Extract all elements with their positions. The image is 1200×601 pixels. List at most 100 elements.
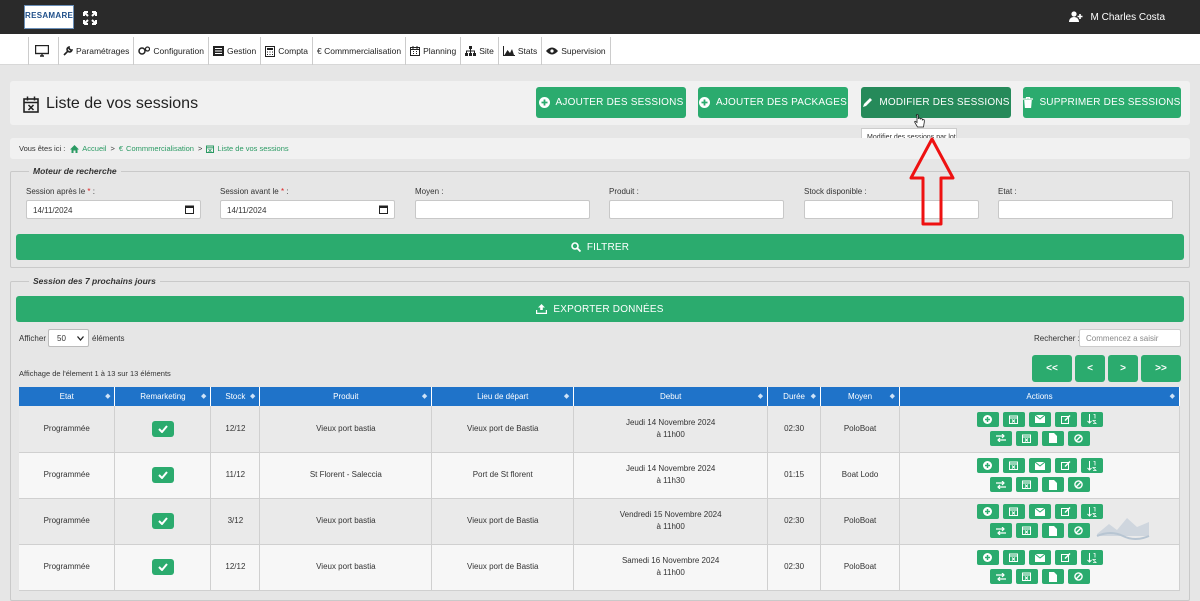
action-button[interactable] — [1028, 550, 1051, 565]
add-packages-button[interactable]: AJOUTER DES PACKAGES — [698, 87, 848, 118]
column-header-stock[interactable]: Stock ◆ — [210, 387, 261, 406]
nav-item-stats[interactable]: Stats — [499, 37, 543, 65]
sort-numeric-icon — [1086, 552, 1097, 563]
action-button[interactable] — [1015, 523, 1038, 538]
calendar-icon[interactable] — [185, 205, 194, 214]
action-button[interactable] — [989, 430, 1012, 446]
cell-duree: 02:30 — [767, 544, 822, 591]
modify-sessions-button[interactable]: MODIFIER DES SESSIONS — [861, 87, 1011, 118]
remarketing-check[interactable] — [151, 467, 174, 483]
last-page-button[interactable]: >> — [1141, 355, 1181, 382]
action-button[interactable] — [1067, 477, 1090, 492]
cell-stock: 11/12 — [210, 452, 261, 499]
nav-item-dashboard[interactable] — [29, 37, 59, 65]
app-logo[interactable]: RESAMARE — [24, 5, 74, 29]
export-button[interactable]: EXPORTER DONNÉES — [16, 296, 1184, 322]
column-header-produit[interactable]: Produit ◆ — [259, 387, 433, 406]
breadcrumb-bar: Vous êtes ici : Accueil > € Commmercialis… — [10, 138, 1190, 159]
action-button[interactable] — [989, 477, 1012, 492]
action-button[interactable] — [1041, 523, 1064, 538]
plus-circle-icon — [983, 414, 993, 424]
check-icon — [158, 471, 168, 480]
nav-item-parametrages[interactable]: Paramétrages — [59, 37, 135, 65]
action-button[interactable] — [1041, 430, 1064, 446]
action-button[interactable] — [1028, 411, 1051, 427]
action-button[interactable] — [1080, 411, 1103, 427]
nav-item-planning[interactable]: Planning — [406, 37, 462, 65]
action-button[interactable] — [1041, 477, 1064, 492]
action-button[interactable] — [1067, 523, 1090, 538]
table-row[interactable]: Programmée 12/12 Vieux port bastia Vieux po… — [19, 406, 1180, 453]
column-header-duree[interactable]: Durée ◆ — [767, 387, 822, 406]
nav-item-site[interactable]: Site — [461, 37, 499, 65]
action-button[interactable] — [976, 504, 999, 519]
cell-moyen: PoloBoat — [820, 544, 901, 591]
cell-remarketing — [114, 406, 212, 453]
action-button[interactable] — [976, 550, 999, 565]
session-before-date-input[interactable]: 14/11/2024 — [220, 200, 395, 219]
breadcrumb-home[interactable]: Accueil — [70, 144, 106, 153]
nav-item-gestion[interactable]: Gestion — [209, 37, 262, 65]
cell-moyen: PoloBoat — [820, 406, 901, 453]
action-button[interactable] — [1028, 458, 1051, 473]
action-button[interactable] — [1080, 458, 1103, 473]
column-header-moyen[interactable]: Moyen ◆ — [820, 387, 901, 406]
calendar-icon[interactable] — [379, 205, 388, 214]
table-row[interactable]: Programmée 12/12 Vieux port bastia Vieux po… — [19, 544, 1180, 591]
action-button[interactable] — [1054, 550, 1077, 565]
action-button[interactable] — [1028, 504, 1051, 519]
user-menu[interactable]: M Charles Costa — [1068, 11, 1165, 23]
remarketing-check[interactable] — [151, 420, 174, 437]
nav-item-compta[interactable]: Compta — [261, 37, 314, 65]
action-button[interactable] — [976, 458, 999, 473]
moyen-input[interactable] — [415, 200, 590, 219]
action-button[interactable] — [1002, 550, 1025, 565]
action-button[interactable] — [1002, 504, 1025, 519]
action-button[interactable] — [1067, 430, 1090, 446]
table-search-input[interactable]: Commencez a saisir — [1079, 329, 1181, 347]
action-button[interactable] — [1015, 477, 1038, 492]
first-page-button[interactable]: << — [1032, 355, 1072, 382]
table-row[interactable]: Programmée 11/12 St Florent - Saleccia Port… — [19, 452, 1180, 499]
cell-produit: St Florent - Saleccia — [259, 452, 433, 499]
cell-debut: Jeudi 14 Novembre 2024 à 11h30 — [573, 452, 769, 499]
action-button[interactable] — [1054, 411, 1077, 427]
breadcrumb-commerce[interactable]: € Commmercialisation — [119, 144, 194, 153]
breadcrumb-current[interactable]: Liste de vos sessions — [206, 144, 289, 153]
edit-icon — [1060, 461, 1071, 470]
action-button[interactable] — [1054, 458, 1077, 473]
pencil-icon — [863, 98, 873, 107]
action-button[interactable] — [1080, 550, 1103, 565]
filter-button[interactable]: FILTRER — [16, 234, 1184, 260]
column-header-actions[interactable]: Actions ◆ — [899, 387, 1180, 406]
next-page-button[interactable]: > — [1108, 355, 1138, 382]
prev-page-button[interactable]: < — [1075, 355, 1105, 382]
action-button[interactable] — [1002, 458, 1025, 473]
action-button[interactable] — [989, 523, 1012, 538]
column-header-lieu[interactable]: Lieu de départ ◆ — [431, 387, 575, 406]
table-row[interactable]: Programmée 3/12 Vieux port bastia Vieux por… — [19, 498, 1180, 545]
action-button[interactable] — [1015, 430, 1038, 446]
nav-item-configuration[interactable]: Configuration — [134, 37, 209, 65]
top-bar: RESAMARE M Charles Costa — [0, 0, 1200, 34]
action-button[interactable] — [1054, 504, 1077, 519]
column-header-remarketing[interactable]: Remarketing ◆ — [114, 387, 212, 406]
cell-produit: Vieux port bastia — [259, 498, 433, 545]
action-button[interactable] — [976, 411, 999, 427]
delete-sessions-button[interactable]: SUPPRIMER DES SESSIONS — [1023, 87, 1181, 118]
nav-item-supervision[interactable]: Supervision — [542, 37, 611, 65]
sessions-table: Etat ◆ Remarketing ◆ Stock ◆ Produit ◆ Lieu … — [19, 387, 1180, 591]
action-button[interactable] — [1002, 411, 1025, 427]
nav-item-commercialisation[interactable]: € Commmercialisation — [313, 37, 407, 65]
calendar-x-icon — [206, 145, 215, 153]
add-sessions-button[interactable]: AJOUTER DES SESSIONS — [536, 87, 686, 118]
column-header-debut[interactable]: Debut ◆ — [573, 387, 769, 406]
etat-input[interactable] — [998, 200, 1173, 219]
remarketing-check[interactable] — [151, 559, 174, 575]
expand-icon[interactable] — [83, 11, 97, 25]
session-after-date-input[interactable]: 14/11/2024 — [26, 200, 201, 219]
remarketing-check[interactable] — [151, 513, 174, 529]
column-header-etat[interactable]: Etat ◆ — [19, 387, 116, 406]
produit-input[interactable] — [609, 200, 784, 219]
page-size-select[interactable]: 50 — [48, 329, 89, 347]
